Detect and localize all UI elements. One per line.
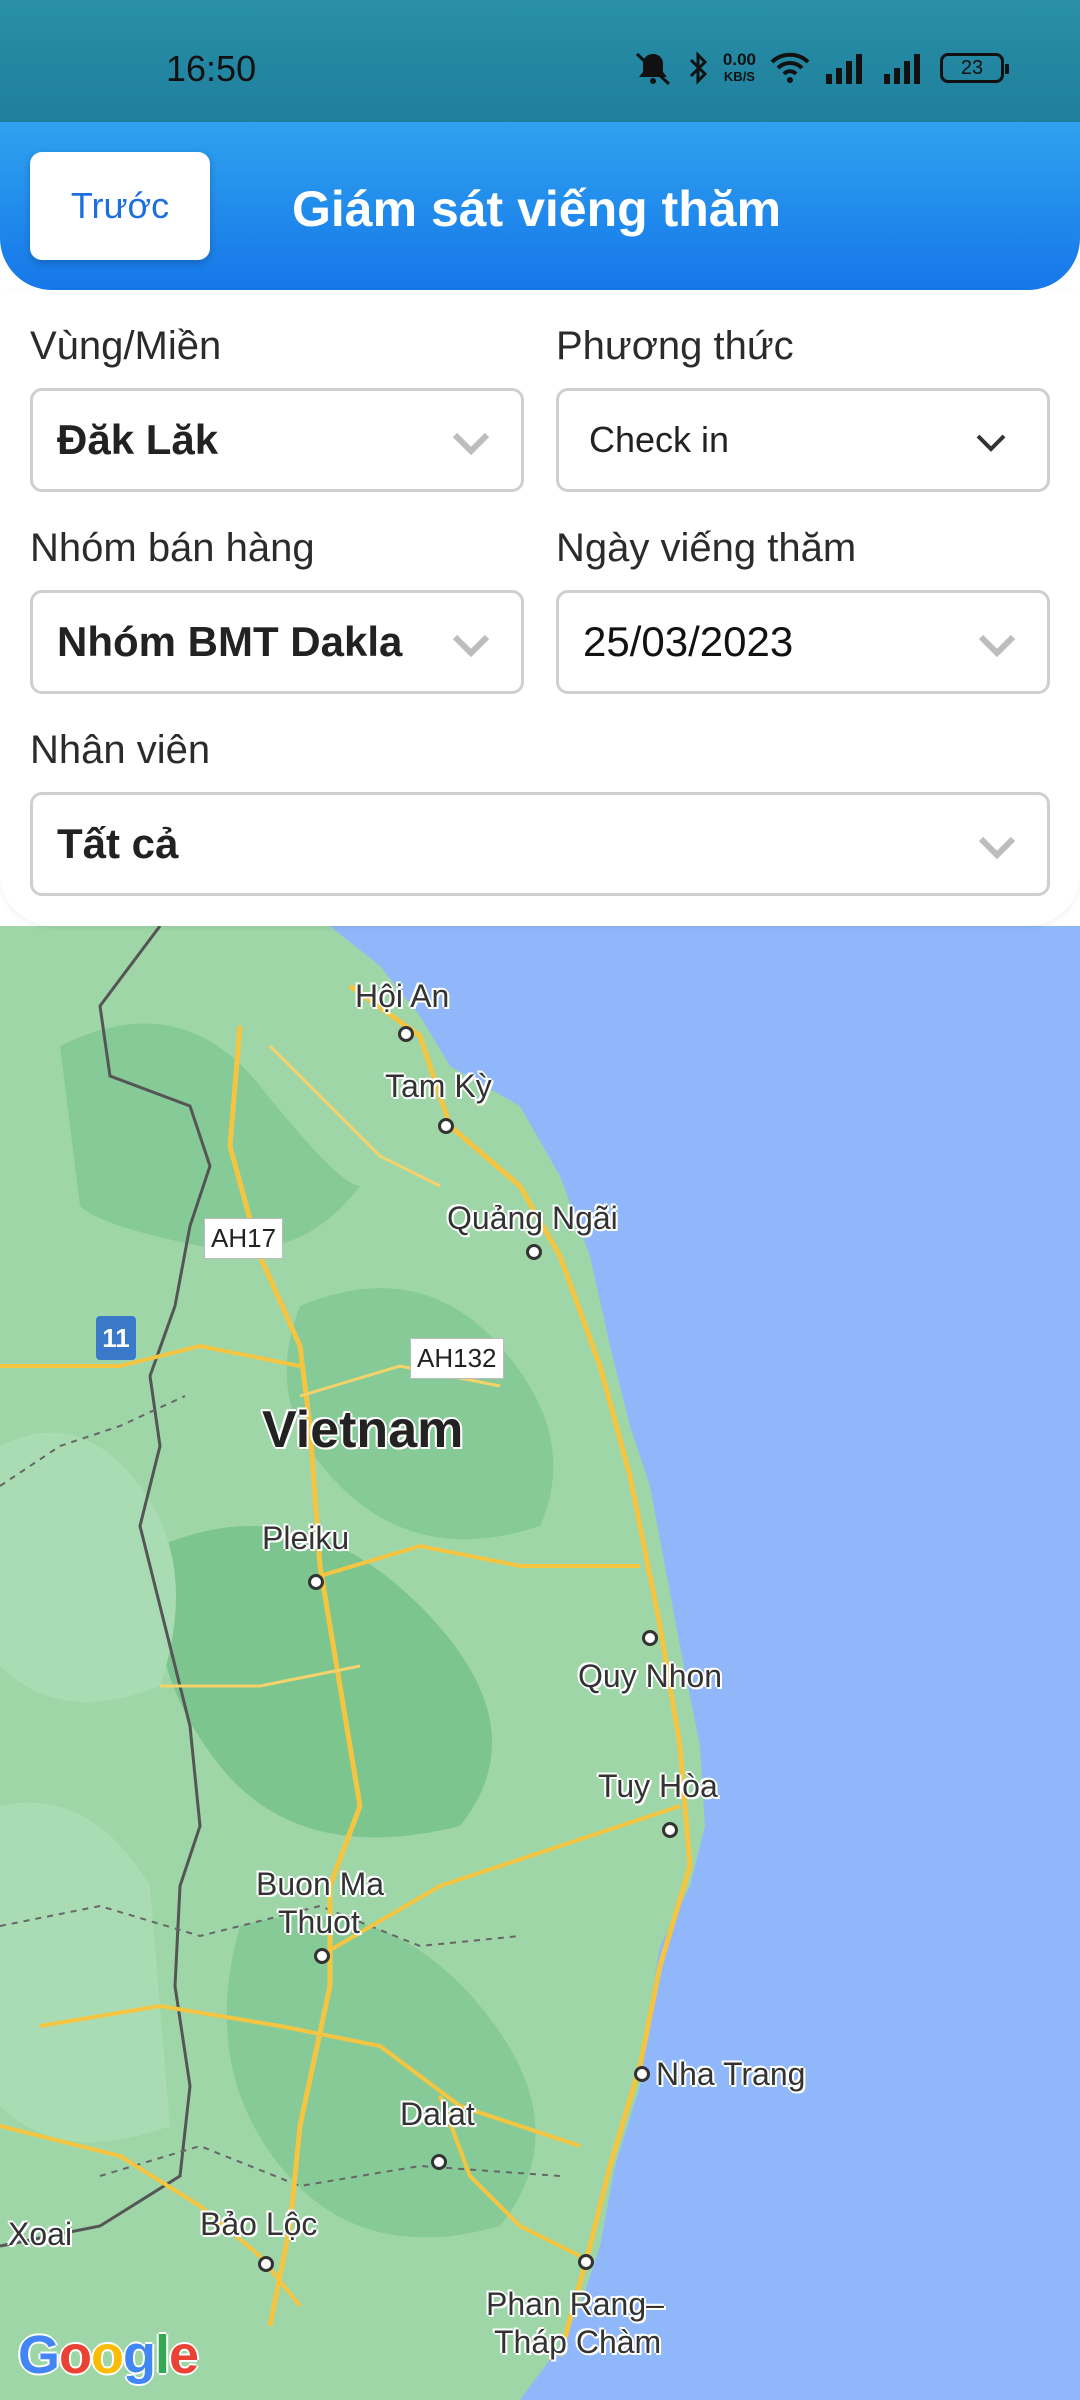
mute-icon <box>635 52 670 86</box>
group-select[interactable]: Nhóm BMT Dakla <box>30 590 524 694</box>
google-logo: Google <box>18 2325 199 2385</box>
region-value: Đăk Lăk <box>57 416 219 463</box>
city-label: Pleiku <box>262 1520 350 1556</box>
city-label: Phan Rang– <box>486 2286 664 2322</box>
route-shield: 11 <box>96 1316 136 1360</box>
city-marker <box>642 1630 658 1646</box>
staff-value: Tất cả <box>57 820 179 867</box>
region-select[interactable]: Đăk Lăk <box>30 388 524 492</box>
city-label: Tuy Hòa <box>598 1768 718 1804</box>
highway-shield: AH17 <box>204 1218 284 1259</box>
status-bar: 16:50 0.00 KB/S 23 <box>0 0 1080 124</box>
page-title: Giám sát viếng thăm <box>292 181 782 237</box>
group-value: Nhóm BMT Dakla <box>57 618 403 665</box>
city-marker <box>634 2066 650 2082</box>
chevron-down-icon <box>976 434 1006 452</box>
bluetooth-icon <box>689 51 708 85</box>
city-label: Buon Ma <box>256 1866 385 1902</box>
city-label: Quảng Ngãi <box>447 1200 618 1236</box>
city-marker <box>662 1822 678 1838</box>
back-button[interactable]: Trước <box>30 152 210 260</box>
city-label: Dalat <box>400 2096 475 2132</box>
city-marker <box>438 1118 454 1134</box>
staff-select[interactable]: Tất cả <box>30 792 1050 896</box>
city-label: Xoai <box>8 2216 73 2252</box>
method-select[interactable]: Check in <box>556 388 1050 492</box>
city-marker <box>314 1948 330 1964</box>
city-label: Bảo Lộc <box>200 2206 318 2242</box>
map-view[interactable]: Hội An Tam Kỳ Quảng Ngãi AH17 AH132 11 V… <box>0 926 1080 2400</box>
net-speed: 0.00 KB/S <box>722 50 756 84</box>
chevron-down-icon <box>452 432 490 455</box>
date-label: Ngày viếng thăm <box>556 526 857 570</box>
status-time: 16:50 <box>166 48 257 89</box>
chevron-down-icon <box>978 836 1016 859</box>
signal-1-icon <box>826 54 862 84</box>
chevron-down-icon <box>978 634 1016 657</box>
filter-form: Vùng/Miền Đăk Lăk Phương thức Check in N… <box>0 290 1080 926</box>
city-label: Hội An <box>355 978 450 1014</box>
method-value: Check in <box>589 419 730 460</box>
date-value: 25/03/2023 <box>583 618 794 665</box>
map-terrain <box>0 926 1080 2400</box>
staff-label: Nhân viên <box>30 728 211 772</box>
app-header: Trước Giám sát viếng thăm <box>0 122 1080 290</box>
highway-shield: AH132 <box>410 1338 504 1379</box>
method-label: Phương thức <box>556 324 794 368</box>
wifi-icon <box>770 52 810 83</box>
city-marker <box>578 2254 594 2270</box>
city-marker <box>398 1026 414 1042</box>
city-label: Tháp Chàm <box>494 2324 662 2360</box>
city-label: Nha Trang <box>656 2056 806 2092</box>
chevron-down-icon <box>452 634 490 657</box>
city-marker <box>258 2256 274 2272</box>
city-marker <box>526 1244 542 1260</box>
city-label: Quy Nhon <box>578 1658 723 1694</box>
city-marker <box>308 1574 324 1590</box>
city-marker <box>431 2154 447 2170</box>
group-label: Nhóm bán hàng <box>30 526 315 570</box>
status-icons: 0.00 KB/S 23 <box>633 50 1009 86</box>
signal-2-icon <box>884 54 920 84</box>
battery-icon: 23 <box>940 53 1009 83</box>
region-label: Vùng/Miền <box>30 324 222 368</box>
city-label: Tam Kỳ <box>385 1068 492 1104</box>
country-label: Vietnam <box>262 1401 464 1459</box>
city-label: Thuot <box>278 1904 360 1940</box>
date-select[interactable]: 25/03/2023 <box>556 590 1050 694</box>
